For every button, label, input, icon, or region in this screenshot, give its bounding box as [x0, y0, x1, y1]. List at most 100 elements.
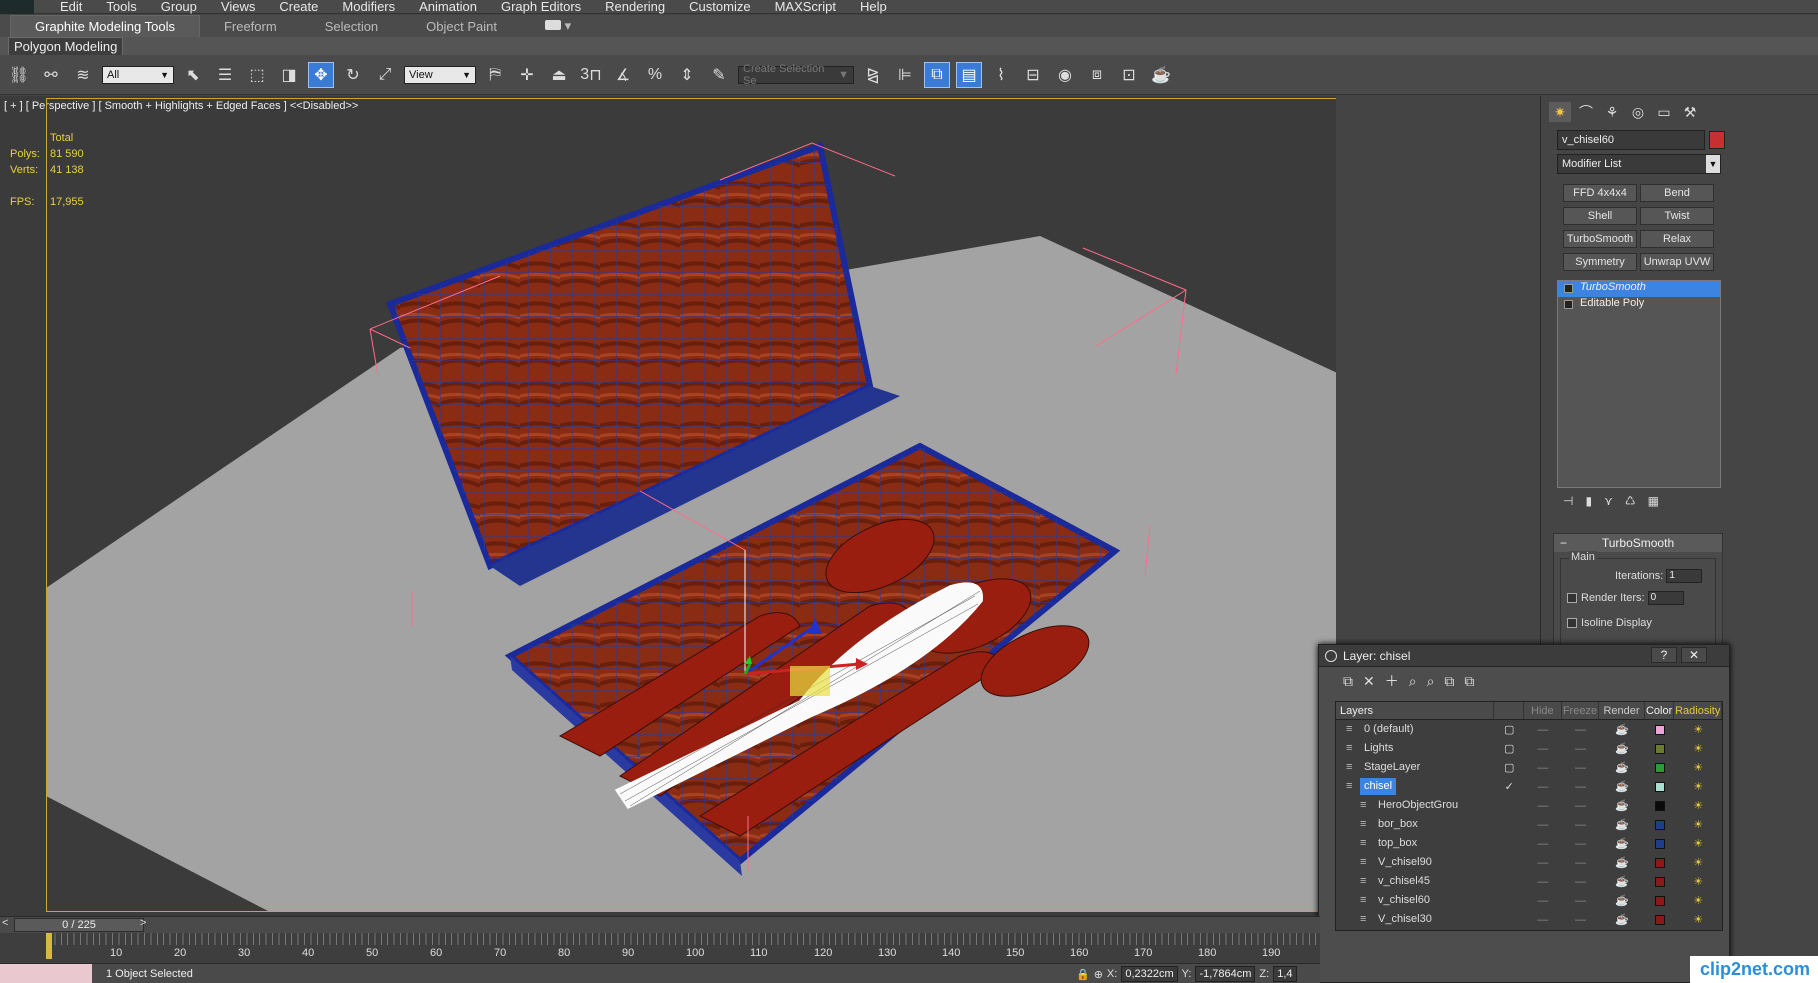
- rectangular-selection-icon[interactable]: ⬚: [244, 62, 270, 88]
- bend-button[interactable]: Bend: [1640, 184, 1714, 202]
- show-end-result-icon[interactable]: ▮: [1585, 494, 1592, 508]
- column-radiosity[interactable]: Radiosity: [1674, 702, 1722, 719]
- layer-color-cell[interactable]: [1645, 724, 1675, 735]
- layer-name[interactable]: chisel: [1360, 778, 1397, 795]
- manipulate-icon[interactable]: ✛: [514, 62, 540, 88]
- hide-toggle[interactable]: —: [1524, 914, 1562, 926]
- current-layer-toggle[interactable]: ▢: [1494, 742, 1524, 755]
- freeze-toggle[interactable]: —: [1562, 743, 1600, 755]
- render-teapot-icon[interactable]: ☕: [1599, 780, 1645, 793]
- menu-create[interactable]: Create: [267, 0, 330, 14]
- y-coordinate-field[interactable]: -1,7864cm: [1195, 966, 1256, 982]
- select-and-move-icon[interactable]: ✥: [308, 61, 334, 88]
- render-iters-checkbox[interactable]: [1567, 593, 1577, 603]
- layer-color-swatch[interactable]: [1654, 800, 1665, 811]
- pin-stack-icon[interactable]: ⊣: [1563, 494, 1573, 508]
- current-layer-toggle[interactable]: ▢: [1494, 761, 1524, 774]
- render-teapot-icon[interactable]: ☕: [1599, 818, 1645, 831]
- radiosity-icon[interactable]: ☀: [1674, 837, 1722, 850]
- select-and-scale-icon[interactable]: ⤢: [372, 62, 398, 88]
- hide-toggle[interactable]: —: [1524, 895, 1562, 907]
- curve-editor-icon[interactable]: ⌇: [988, 62, 1014, 88]
- object-color-swatch[interactable]: [1709, 131, 1725, 149]
- relax-button[interactable]: Relax: [1640, 230, 1714, 248]
- column-freeze[interactable]: Freeze: [1562, 702, 1600, 719]
- current-layer-toggle[interactable]: ▢: [1494, 723, 1524, 736]
- freeze-toggle[interactable]: —: [1562, 838, 1600, 850]
- dialog-title-bar[interactable]: Layer: chisel ? ✕: [1319, 645, 1729, 667]
- display-tab-icon[interactable]: ▭: [1653, 102, 1675, 122]
- render-teapot-icon[interactable]: ☕: [1599, 913, 1645, 926]
- render-teapot-icon[interactable]: ☕: [1599, 723, 1645, 736]
- keyboard-shortcut-override-icon[interactable]: ⏏: [546, 62, 572, 88]
- absolute-mode-icon[interactable]: ⊕: [1094, 968, 1103, 981]
- menu-views[interactable]: Views: [209, 0, 267, 14]
- toggle-ribbon-icon[interactable]: ▤: [956, 61, 982, 88]
- menu-tools[interactable]: Tools: [94, 0, 148, 14]
- tab-freeform[interactable]: Freeform: [200, 16, 301, 37]
- stack-item-turbosmooth[interactable]: TurboSmooth: [1558, 281, 1720, 297]
- add-to-layer-icon[interactable]: ＋: [1385, 671, 1399, 691]
- layer-row[interactable]: StageLayer ≡ ▢ — — ☕ ☀: [1336, 758, 1722, 777]
- shell-button[interactable]: Shell: [1563, 207, 1637, 225]
- menu-graph-editors[interactable]: Graph Editors: [489, 0, 593, 14]
- layer-color-cell[interactable]: [1645, 781, 1675, 792]
- freeze-toggle[interactable]: —: [1562, 762, 1600, 774]
- layer-name[interactable]: HeroObjectGrou: [1374, 797, 1462, 814]
- menu-edit[interactable]: Edit: [48, 0, 94, 14]
- turbosmooth-button[interactable]: TurboSmooth: [1563, 230, 1637, 248]
- layer-color-swatch[interactable]: [1654, 876, 1665, 887]
- layer-color-cell[interactable]: [1645, 819, 1675, 830]
- layer-color-swatch[interactable]: [1654, 857, 1665, 868]
- layer-name[interactable]: Lights: [1360, 740, 1397, 757]
- freeze-toggle[interactable]: —: [1562, 895, 1600, 907]
- edit-named-selection-icon[interactable]: ✎: [706, 62, 732, 88]
- select-object-icon[interactable]: ⬉: [180, 62, 206, 88]
- layer-row[interactable]: v_chisel60 ≡ — — ☕ ☀: [1336, 891, 1722, 910]
- rendered-frame-window-icon[interactable]: ⊡: [1116, 62, 1142, 88]
- layer-name[interactable]: top_box: [1374, 835, 1421, 852]
- create-tab-icon[interactable]: ✷: [1549, 102, 1571, 122]
- radiosity-icon[interactable]: ☀: [1674, 818, 1722, 831]
- maxscript-listener[interactable]: [0, 964, 92, 983]
- ffd-button[interactable]: FFD 4x4x4: [1563, 184, 1637, 202]
- freeze-toggle[interactable]: —: [1562, 800, 1600, 812]
- column-color[interactable]: Color: [1645, 702, 1675, 719]
- radiosity-icon[interactable]: ☀: [1674, 799, 1722, 812]
- layer-row[interactable]: V_chisel30 ≡ — — ☕ ☀: [1336, 910, 1722, 929]
- viewport-label[interactable]: [ + ] [ Perspective ] [ Smooth + Highlig…: [4, 100, 358, 112]
- reference-coordinate-dropdown[interactable]: View ▼: [404, 65, 476, 84]
- expand-icon[interactable]: [1564, 300, 1573, 309]
- mirror-icon[interactable]: ⧎: [860, 62, 886, 88]
- link-icon[interactable]: ⛓: [6, 62, 32, 88]
- layer-name[interactable]: v_chisel60: [1374, 892, 1434, 909]
- layer-color-swatch[interactable]: [1654, 914, 1665, 925]
- highlight-selected-icon[interactable]: ⌕: [1427, 673, 1435, 690]
- freeze-toggle[interactable]: —: [1562, 857, 1600, 869]
- layer-row[interactable]: chisel ≡ ✓ — — ☕ ☀: [1336, 777, 1722, 796]
- layer-color-cell[interactable]: [1645, 876, 1675, 887]
- menu-customize[interactable]: Customize: [677, 0, 762, 14]
- modifier-list-dropdown[interactable]: Modifier List ▼: [1557, 154, 1721, 174]
- radiosity-icon[interactable]: ☀: [1674, 856, 1722, 869]
- menu-rendering[interactable]: Rendering: [593, 0, 677, 14]
- layer-name[interactable]: 0 (default): [1360, 721, 1418, 738]
- render-teapot-icon[interactable]: ☕: [1599, 875, 1645, 888]
- window-crossing-icon[interactable]: ◨: [276, 62, 302, 88]
- snaps-toggle-icon[interactable]: 3 ⊓: [578, 62, 604, 88]
- material-editor-icon[interactable]: ◉: [1052, 62, 1078, 88]
- hide-all-icon[interactable]: ⧉: [1444, 673, 1454, 690]
- layer-color-swatch[interactable]: [1654, 819, 1665, 830]
- layer-color-swatch[interactable]: [1654, 895, 1665, 906]
- align-icon[interactable]: ⊫: [892, 62, 918, 88]
- select-and-rotate-icon[interactable]: ↻: [340, 62, 366, 88]
- radiosity-icon[interactable]: ☀: [1674, 723, 1722, 736]
- layer-color-swatch[interactable]: [1654, 838, 1665, 849]
- menu-animation[interactable]: Animation: [407, 0, 489, 14]
- radiosity-icon[interactable]: ☀: [1674, 742, 1722, 755]
- previous-frame-icon[interactable]: <: [2, 917, 8, 929]
- tab-selection[interactable]: Selection: [301, 16, 402, 37]
- unlink-icon[interactable]: ⚯: [38, 62, 64, 88]
- tab-object-paint[interactable]: Object Paint: [402, 16, 521, 37]
- symmetry-button[interactable]: Symmetry: [1563, 253, 1637, 271]
